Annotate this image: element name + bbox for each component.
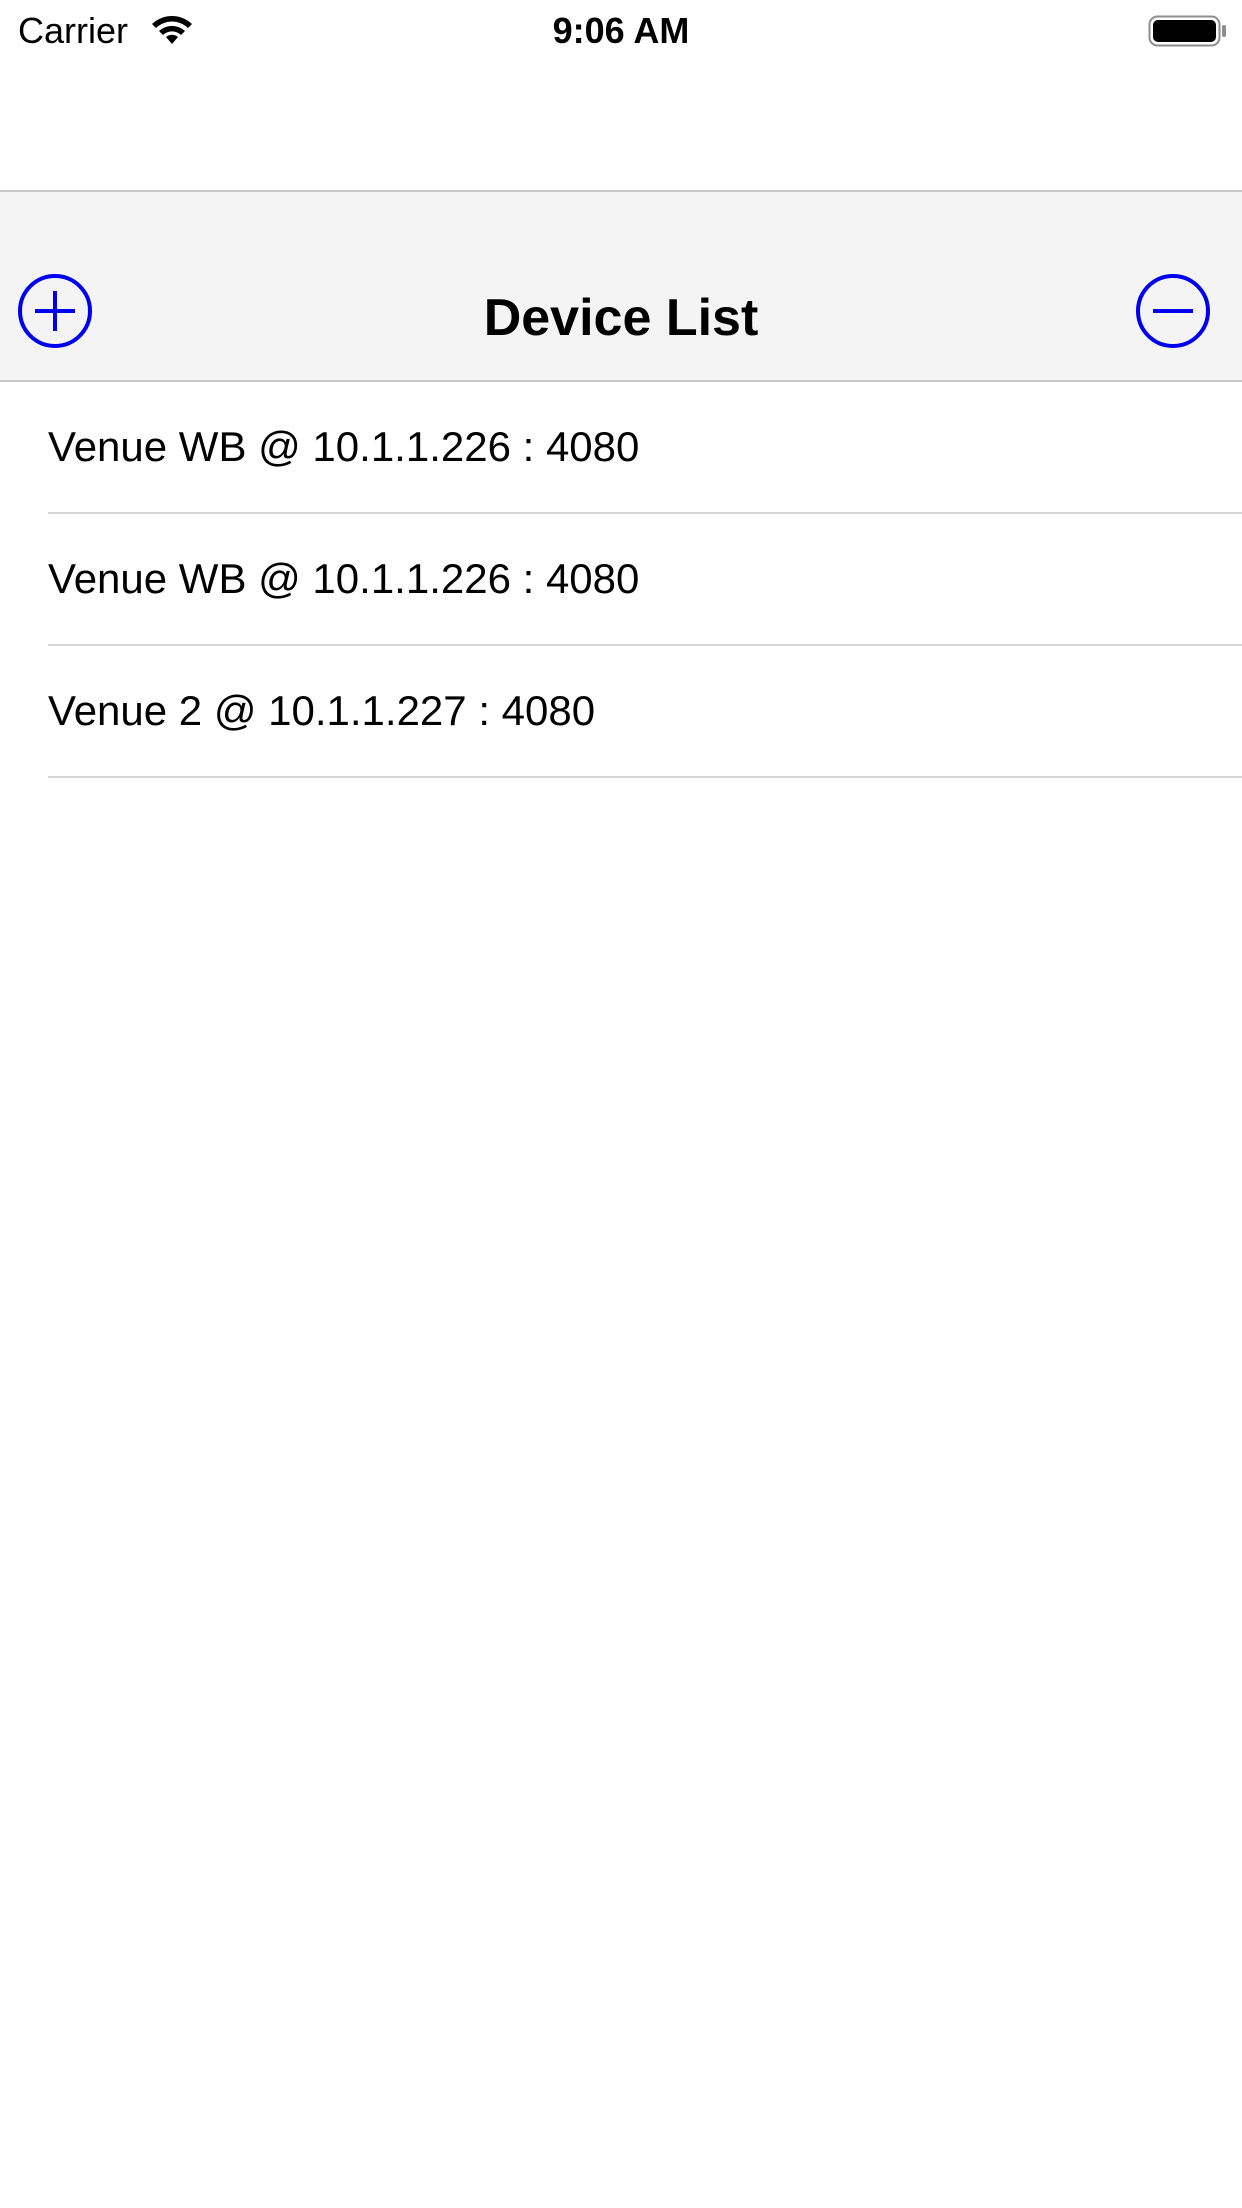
device-row[interactable]: Venue WB @ 10.1.1.226 : 4080: [0, 382, 1242, 514]
device-row[interactable]: Venue 2 @ 10.1.1.227 : 4080: [0, 646, 1242, 778]
status-bar: Carrier 9:06 AM: [0, 0, 1242, 62]
navigation-bar: Device List: [0, 190, 1242, 382]
remove-device-button[interactable]: [1134, 272, 1212, 350]
row-separator: [48, 776, 1242, 778]
device-label: Venue 2 @ 10.1.1.227 : 4080: [48, 687, 596, 734]
page-title: Device List: [483, 289, 759, 347]
status-time: 9:06 AM: [552, 10, 690, 51]
device-list: Venue WB @ 10.1.1.226 : 4080 Venue WB @ …: [0, 382, 1242, 778]
battery-icon: [1148, 15, 1226, 47]
minus-circle-icon: [1136, 274, 1210, 348]
device-label: Venue WB @ 10.1.1.226 : 4080: [48, 555, 640, 602]
device-row[interactable]: Venue WB @ 10.1.1.226 : 4080: [0, 514, 1242, 646]
device-label: Venue WB @ 10.1.1.226 : 4080: [48, 423, 640, 470]
